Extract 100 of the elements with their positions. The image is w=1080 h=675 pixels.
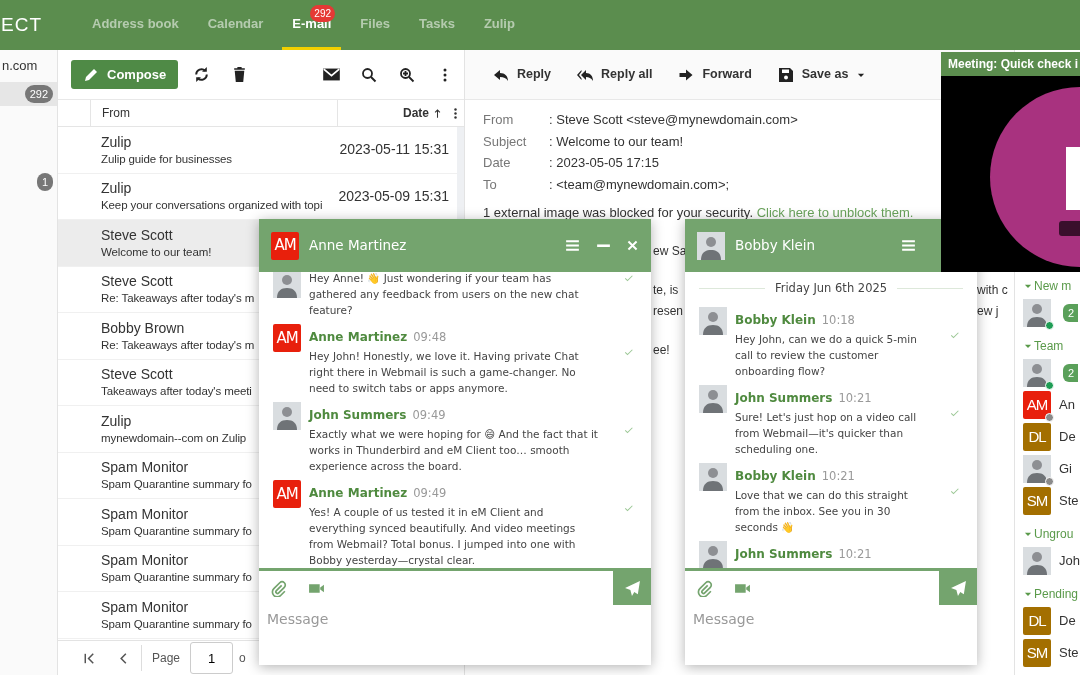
user-avatar <box>1023 299 1051 327</box>
toolbar-button[interactable]: Forward <box>678 65 752 84</box>
email-date: 2023-05-11 15:31 <box>339 140 449 160</box>
email-subject: Spam Quarantine summary fo <box>101 570 252 586</box>
group-header[interactable]: New m <box>1023 275 1080 297</box>
body-text: ew j <box>977 303 999 320</box>
compose-button[interactable]: Compose <box>71 60 179 89</box>
message-text: Hey John, can we do a quick 5-min call to review the customer onboarding flow? <box>735 332 918 380</box>
email-subject: Spam Quarantine summary fo <box>101 477 252 493</box>
avatar: SM <box>1023 487 1051 515</box>
contact-name[interactable]: Joh <box>1059 551 1080 571</box>
user-avatar <box>1023 455 1051 483</box>
app-logo: ECT <box>0 13 43 37</box>
contact-name[interactable]: De <box>1059 611 1076 631</box>
header-label: From <box>483 111 515 129</box>
message-time: 09:48 <box>413 330 447 344</box>
email-subject: mynewdomain--com on Zulip <box>101 430 247 446</box>
email-subject: Welcome to our team! <box>101 244 212 260</box>
email-subject: Spam Quarantine summary fo <box>101 523 252 539</box>
sender-name: Zulip <box>101 179 133 198</box>
group-label: Ungrou <box>1034 526 1074 543</box>
group-header[interactable]: Team <box>1023 335 1080 357</box>
date-divider: Friday Jun 6th 2025 <box>699 272 977 302</box>
send-button[interactable] <box>939 571 977 605</box>
menu-icon[interactable] <box>564 237 581 254</box>
message-author: John Summers <box>309 408 407 422</box>
contact-name[interactable]: An <box>1059 395 1075 415</box>
toolbar-button[interactable]: Save as <box>777 65 867 84</box>
message-author: John Summers <box>735 391 833 406</box>
email-subject: Takeaways after today's meeti <box>101 384 252 400</box>
email-subject: Zulip guide for businesses <box>101 151 232 167</box>
user-avatar <box>273 402 301 430</box>
sender-name: Steve Scott <box>101 225 174 244</box>
email-subject: Keep your conversations organized with topi <box>101 198 323 214</box>
page-count-label: o <box>239 650 246 667</box>
email-row[interactable]: Zulip Zulip guide for businesses 2023-05-11 15:31 <box>58 127 457 174</box>
message-time: 09:49 <box>412 408 446 422</box>
count-badge: 2 <box>1063 363 1079 383</box>
sender-name: Zulip <box>101 411 133 430</box>
contact-name[interactable]: Ste <box>1059 643 1079 663</box>
message-author: John Summers <box>735 547 833 562</box>
sender-name: Zulip <box>101 132 133 151</box>
group-header[interactable]: Ungrou <box>1023 523 1080 545</box>
user-avatar <box>699 307 727 336</box>
sort-icon <box>432 107 443 119</box>
menu-icon[interactable] <box>900 237 917 254</box>
message-text: Sure! Let's just hop on a video call from Webmail—it's quicker than scheduling one. <box>735 410 918 458</box>
column-header[interactable]: Date <box>403 104 429 122</box>
avatar: AM <box>273 324 301 352</box>
page-label: Page <box>152 650 181 667</box>
message-time: 10:21 <box>821 469 855 484</box>
header-label: To <box>483 175 498 194</box>
send-button[interactable] <box>613 571 651 605</box>
group-label: Team <box>1034 338 1064 355</box>
message-field[interactable]: Message <box>259 605 651 665</box>
header-value: : 2023-05-05 17:15 <box>549 154 659 172</box>
message-time: 10:21 <box>838 547 872 562</box>
sender-name: Spam Monitor <box>101 597 190 616</box>
notice-text: 1 external image was blocked for your security. <box>483 205 753 220</box>
toolbar-button[interactable]: Reply all <box>577 65 653 84</box>
sender-name: Spam Monitor <box>101 504 190 523</box>
save-icon <box>777 66 794 83</box>
user-avatar <box>699 541 727 568</box>
message-author: Anne Martinez <box>309 330 408 344</box>
header-value: : <team@mynewdomain.com>; <box>549 175 730 194</box>
avatar: AM <box>1023 391 1051 419</box>
meeting-title: Meeting: Quick check i <box>941 52 1080 76</box>
avatar: AM <box>271 231 299 260</box>
email-subject: Re: Takeaways after today's m <box>101 291 255 307</box>
close-icon[interactable] <box>626 239 639 252</box>
body-text: resen <box>653 303 684 320</box>
user-avatar <box>1023 359 1051 387</box>
message-field[interactable]: Message <box>685 605 977 665</box>
message-author: Bobby Klein <box>735 313 816 328</box>
toolbar-button[interactable]: Reply <box>493 65 552 84</box>
message-time: 09:49 <box>413 486 447 500</box>
column-header[interactable]: From <box>102 99 338 127</box>
header-label: Date <box>483 154 512 172</box>
folder-item[interactable]: 292 <box>0 82 57 106</box>
count-badge: 292 <box>310 5 335 22</box>
contact-name[interactable]: De <box>1059 427 1076 447</box>
email-subject: Spam Quarantine summary fo <box>101 616 252 632</box>
group-header[interactable]: Pending <box>1023 583 1080 605</box>
account-name: n.com <box>1 57 39 75</box>
sender-name: Steve Scott <box>101 272 174 291</box>
sender-name: Bobby Brown <box>101 318 186 337</box>
page-field[interactable]: 1 <box>190 642 234 674</box>
avatar: DL <box>1023 607 1051 635</box>
group-label: Pending <box>1034 586 1079 603</box>
message-author: Bobby Klein <box>735 469 816 484</box>
folder-item[interactable]: 1 <box>0 170 57 194</box>
contact-name[interactable]: Gi <box>1059 459 1072 479</box>
avatar: SM <box>1023 639 1051 667</box>
contact-name[interactable]: Ste <box>1059 491 1079 511</box>
email-subject: Re: Takeaways after today's m <box>101 337 255 353</box>
send-icon <box>949 579 967 597</box>
count-badge: 292 <box>24 84 53 104</box>
sender-name: Spam Monitor <box>101 458 190 477</box>
avatar: AM <box>273 480 301 508</box>
message-time: 10:18 <box>821 313 855 328</box>
